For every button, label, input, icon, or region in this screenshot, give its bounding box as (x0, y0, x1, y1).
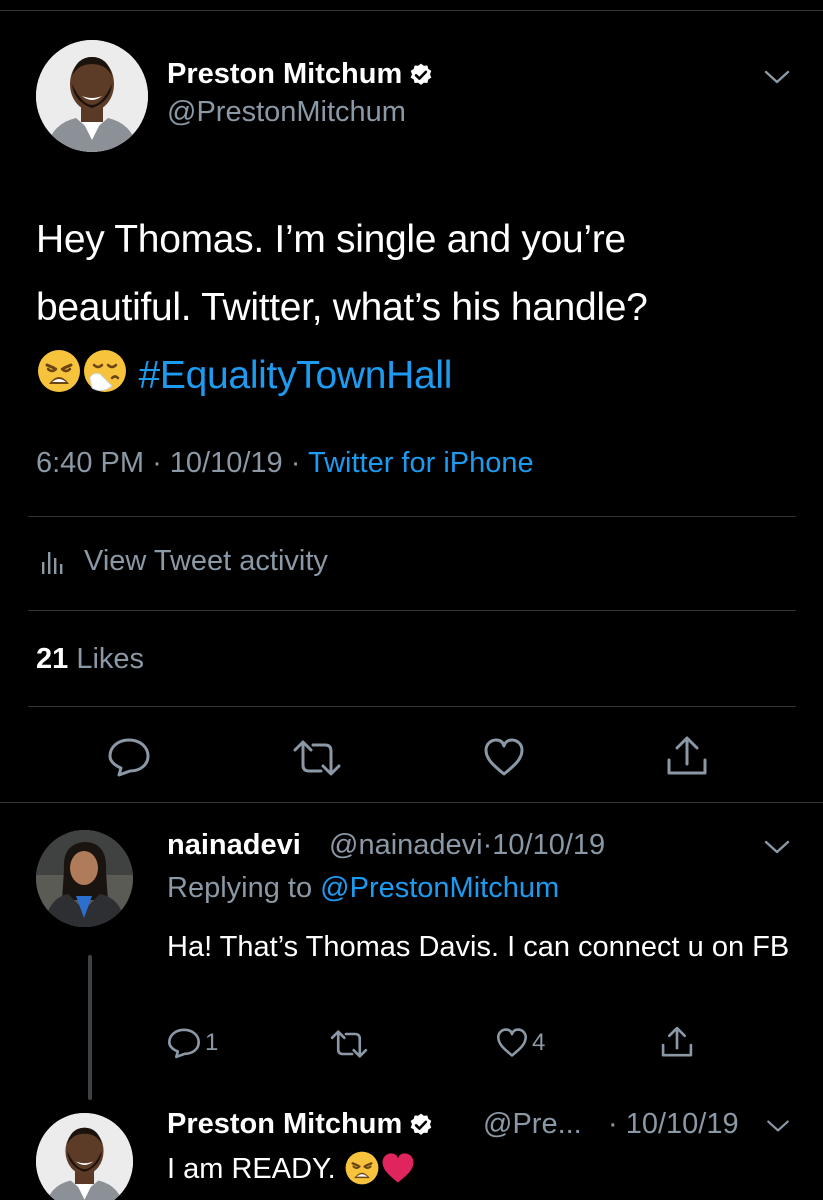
reply-text: Ha! That’s Thomas Davis. I can connect u… (167, 931, 790, 963)
heart-icon (484, 738, 524, 776)
weary-face-emoji-icon (345, 1151, 379, 1185)
bottom-date: 10/10/19 (625, 1108, 739, 1140)
top-divider (0, 10, 823, 11)
retweet-icon (293, 740, 341, 776)
author-handle[interactable]: @PrestonMitchum (167, 96, 406, 129)
tweet-text: Hey Thomas. I’m single and you’re beauti… (36, 206, 796, 410)
tweet-text-line-1: Hey Thomas. I’m single and you’re (36, 218, 626, 261)
bottom-tweet-text: I am READY. (167, 1150, 416, 1186)
reply-button[interactable] (107, 737, 151, 777)
analytics-icon (42, 551, 63, 574)
tweet-meta: 6:40 PM · 10/10/19 · Twitter for iPhone (36, 447, 534, 480)
share-icon (667, 736, 707, 775)
reply-author-name[interactable]: nainadevi (167, 829, 301, 862)
meta-separator: · (608, 1108, 618, 1140)
verified-badge-icon (410, 1113, 432, 1136)
bottom-author-handle[interactable]: @Pre... (483, 1108, 582, 1141)
like-button[interactable]: 4 (496, 1027, 545, 1058)
replying-to: Replying to @PrestonMitchum (167, 872, 559, 905)
weary-face-emoji-icon (38, 350, 80, 392)
view-tweet-activity-label: View Tweet activity (84, 545, 328, 577)
sneezing-face-emoji-icon (84, 350, 126, 392)
meta-separator: · (290, 447, 301, 479)
tweet-date: 10/10/19 (169, 447, 283, 479)
tweet-time: 6:40 PM (36, 447, 144, 479)
chevron-down-icon[interactable] (763, 68, 791, 86)
divider (28, 706, 796, 707)
bottom-meta: · 10/10/19 (608, 1108, 739, 1141)
divider (28, 610, 796, 611)
share-icon (661, 1026, 693, 1057)
bottom-tweet-text-content: I am READY. (167, 1153, 336, 1185)
verified-badge-icon (410, 63, 432, 86)
retweet-button[interactable] (329, 1029, 369, 1059)
chevron-down-icon[interactable] (765, 1118, 791, 1134)
likes-count[interactable]: 21 Likes (36, 643, 144, 676)
view-tweet-activity-link[interactable]: View Tweet activity (40, 545, 328, 578)
likes-number: 21 (36, 643, 69, 675)
reply-count: 1 (205, 1029, 219, 1056)
hashtag-link[interactable]: #EqualityTownHall (139, 354, 453, 397)
share-button[interactable] (665, 734, 709, 778)
reply-date: 10/10/19 (492, 829, 606, 861)
reply-meta: @nainadevi·10/10/19 (329, 829, 605, 862)
like-count: 4 (532, 1028, 546, 1056)
tweet-separator (0, 802, 823, 803)
divider (28, 516, 796, 517)
reply-icon (108, 738, 150, 777)
author-avatar[interactable] (36, 40, 148, 152)
meta-separator: · (152, 447, 162, 479)
reply-author-avatar[interactable] (36, 830, 133, 927)
replying-to-label: Replying to (167, 872, 313, 904)
like-button[interactable] (483, 737, 525, 777)
retweet-button[interactable] (291, 739, 343, 777)
reply-icon (168, 1028, 200, 1059)
reply-author-handle[interactable]: @nainadevi (329, 829, 483, 861)
tweet-text-line-2: beautiful. Twitter, what’s his handle? (36, 286, 648, 329)
author-name[interactable]: Preston Mitchum (167, 58, 434, 91)
reply-button[interactable]: 1 (167, 1027, 218, 1059)
tweet-source-link[interactable]: Twitter for iPhone (308, 447, 534, 479)
thread-line (88, 955, 92, 1100)
heart-icon (496, 1028, 528, 1057)
replying-to-mention-link[interactable]: @PrestonMitchum (320, 872, 559, 904)
bottom-author-avatar[interactable] (36, 1113, 133, 1200)
bottom-author-name[interactable]: Preston Mitchum (167, 1108, 434, 1141)
retweet-icon (330, 1030, 368, 1058)
red-heart-emoji-icon (382, 1153, 414, 1183)
likes-label: Likes (76, 643, 145, 675)
chevron-down-icon[interactable] (763, 838, 791, 856)
share-button[interactable] (660, 1025, 694, 1059)
meta-separator: · (482, 829, 493, 861)
